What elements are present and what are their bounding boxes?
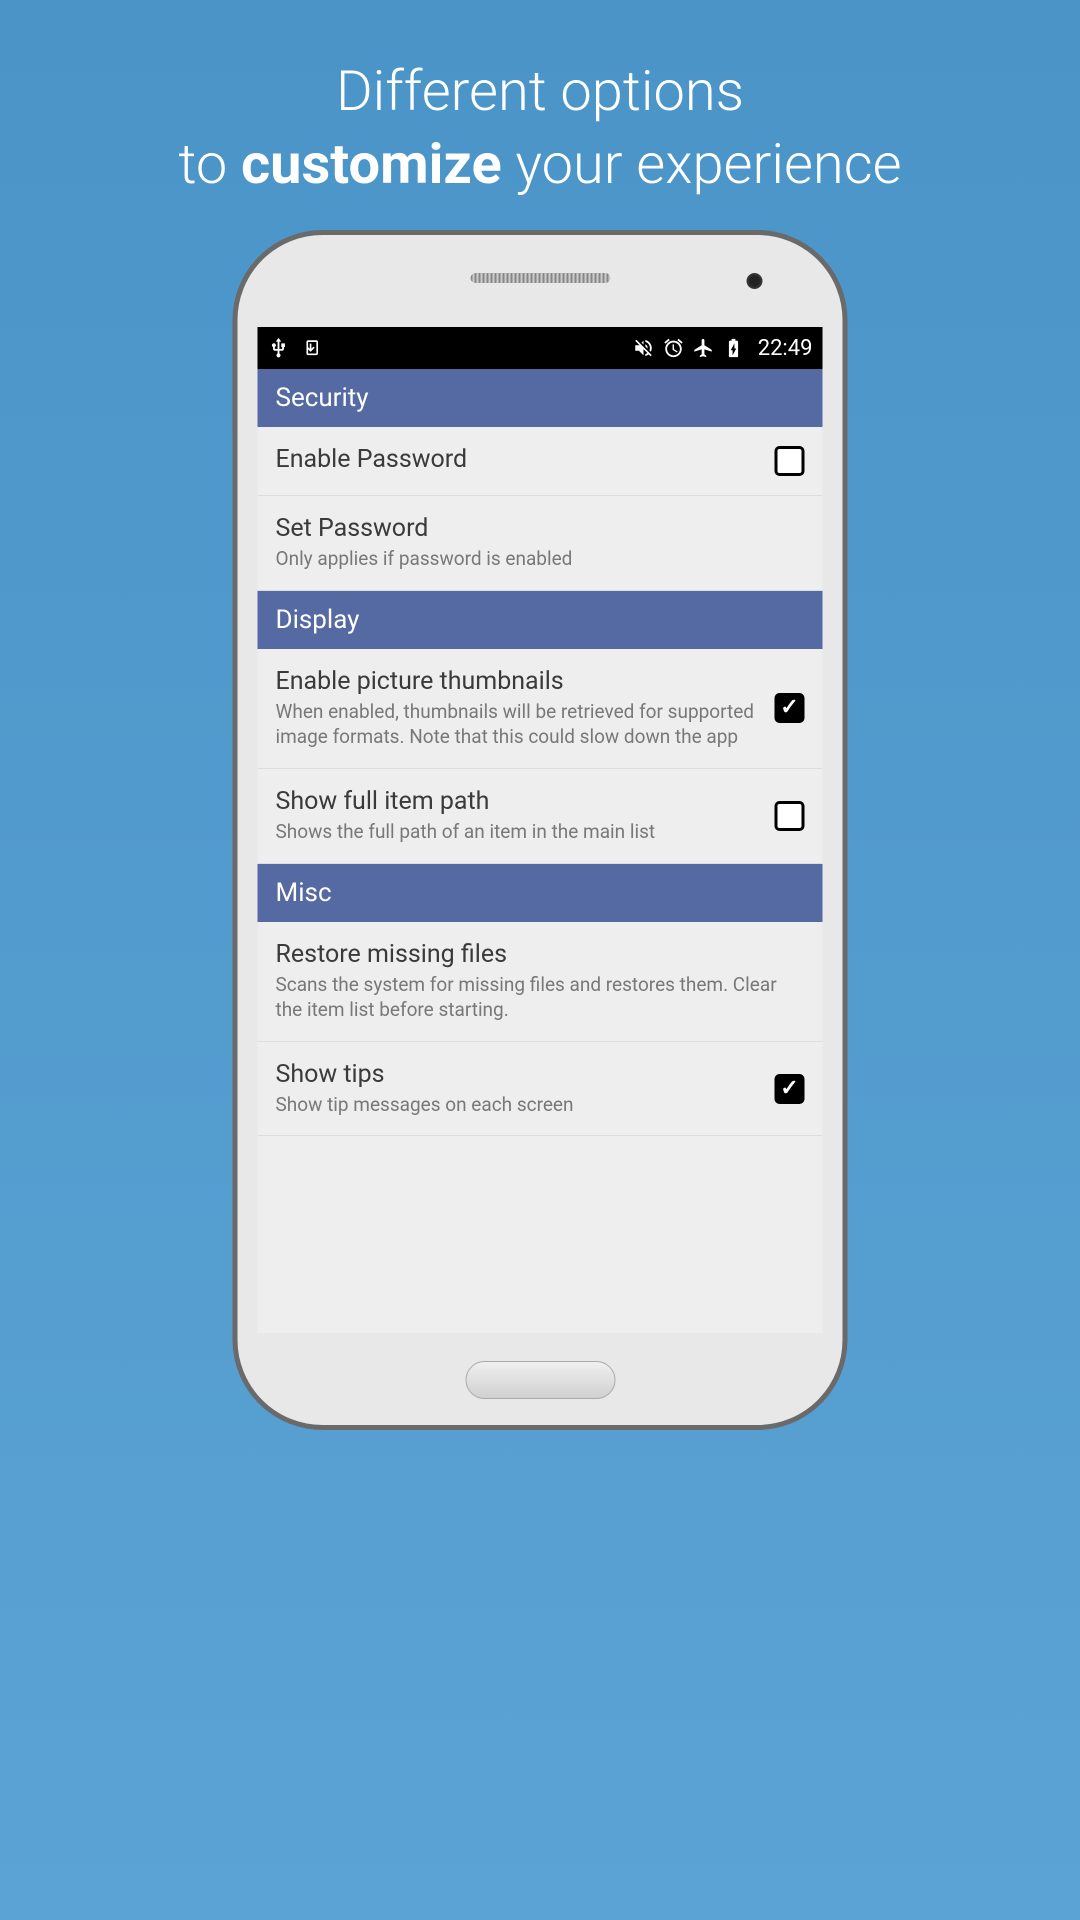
item-title: Show full item path xyxy=(276,787,763,816)
item-text: Show full item path Shows the full path … xyxy=(276,787,775,845)
airplane-icon xyxy=(693,337,715,359)
checkbox-fullpath[interactable] xyxy=(775,801,805,831)
item-text: Enable Password xyxy=(276,445,775,477)
mute-icon xyxy=(633,337,655,359)
promo-text: Different options to customize your expe… xyxy=(0,0,1080,231)
status-bar-right: 22:49 xyxy=(633,336,813,361)
checkbox-enable-password[interactable] xyxy=(775,446,805,476)
item-title: Set Password xyxy=(276,514,793,543)
phone-camera xyxy=(747,273,763,289)
setting-set-password[interactable]: Set Password Only applies if password is… xyxy=(258,496,823,591)
item-subtitle: Show tip messages on each screen xyxy=(276,1092,763,1118)
promo-line-2: to customize your experience xyxy=(20,128,1060,201)
setting-enable-password[interactable]: Enable Password xyxy=(258,427,823,496)
section-header-display: Display xyxy=(258,591,823,649)
item-subtitle: Shows the full path of an item in the ma… xyxy=(276,819,763,845)
item-title: Enable picture thumbnails xyxy=(276,667,763,696)
checkbox-thumbnails[interactable] xyxy=(775,693,805,723)
setting-fullpath[interactable]: Show full item path Shows the full path … xyxy=(258,769,823,864)
item-text: Enable picture thumbnails When enabled, … xyxy=(276,667,775,750)
promo-line-1: Different options xyxy=(20,55,1060,128)
item-text: Show tips Show tip messages on each scre… xyxy=(276,1060,775,1118)
checkbox-tips[interactable] xyxy=(775,1074,805,1104)
alarm-icon xyxy=(663,337,685,359)
item-subtitle: When enabled, thumbnails will be retriev… xyxy=(276,699,763,750)
download-icon xyxy=(302,337,324,359)
status-bar-left xyxy=(268,337,324,359)
phone-speaker xyxy=(470,273,610,283)
section-header-security: Security xyxy=(258,369,823,427)
item-title: Enable Password xyxy=(276,445,763,474)
status-bar: 22:49 xyxy=(258,327,823,369)
item-subtitle: Only applies if password is enabled xyxy=(276,546,793,572)
item-text: Set Password Only applies if password is… xyxy=(276,514,805,572)
battery-charging-icon xyxy=(723,337,745,359)
item-title: Show tips xyxy=(276,1060,763,1089)
phone-frame: 22:49 Security Enable Password Set Passw… xyxy=(233,230,848,1430)
status-time: 22:49 xyxy=(758,336,813,361)
setting-show-tips[interactable]: Show tips Show tip messages on each scre… xyxy=(258,1042,823,1137)
usb-icon xyxy=(268,337,290,359)
setting-restore-files[interactable]: Restore missing files Scans the system f… xyxy=(258,922,823,1042)
phone-screen: 22:49 Security Enable Password Set Passw… xyxy=(258,327,823,1333)
home-button[interactable] xyxy=(465,1361,615,1399)
item-subtitle: Scans the system for missing files and r… xyxy=(276,972,793,1023)
section-header-misc: Misc xyxy=(258,864,823,922)
setting-enable-thumbnails[interactable]: Enable picture thumbnails When enabled, … xyxy=(258,649,823,769)
item-text: Restore missing files Scans the system f… xyxy=(276,940,805,1023)
item-title: Restore missing files xyxy=(276,940,793,969)
